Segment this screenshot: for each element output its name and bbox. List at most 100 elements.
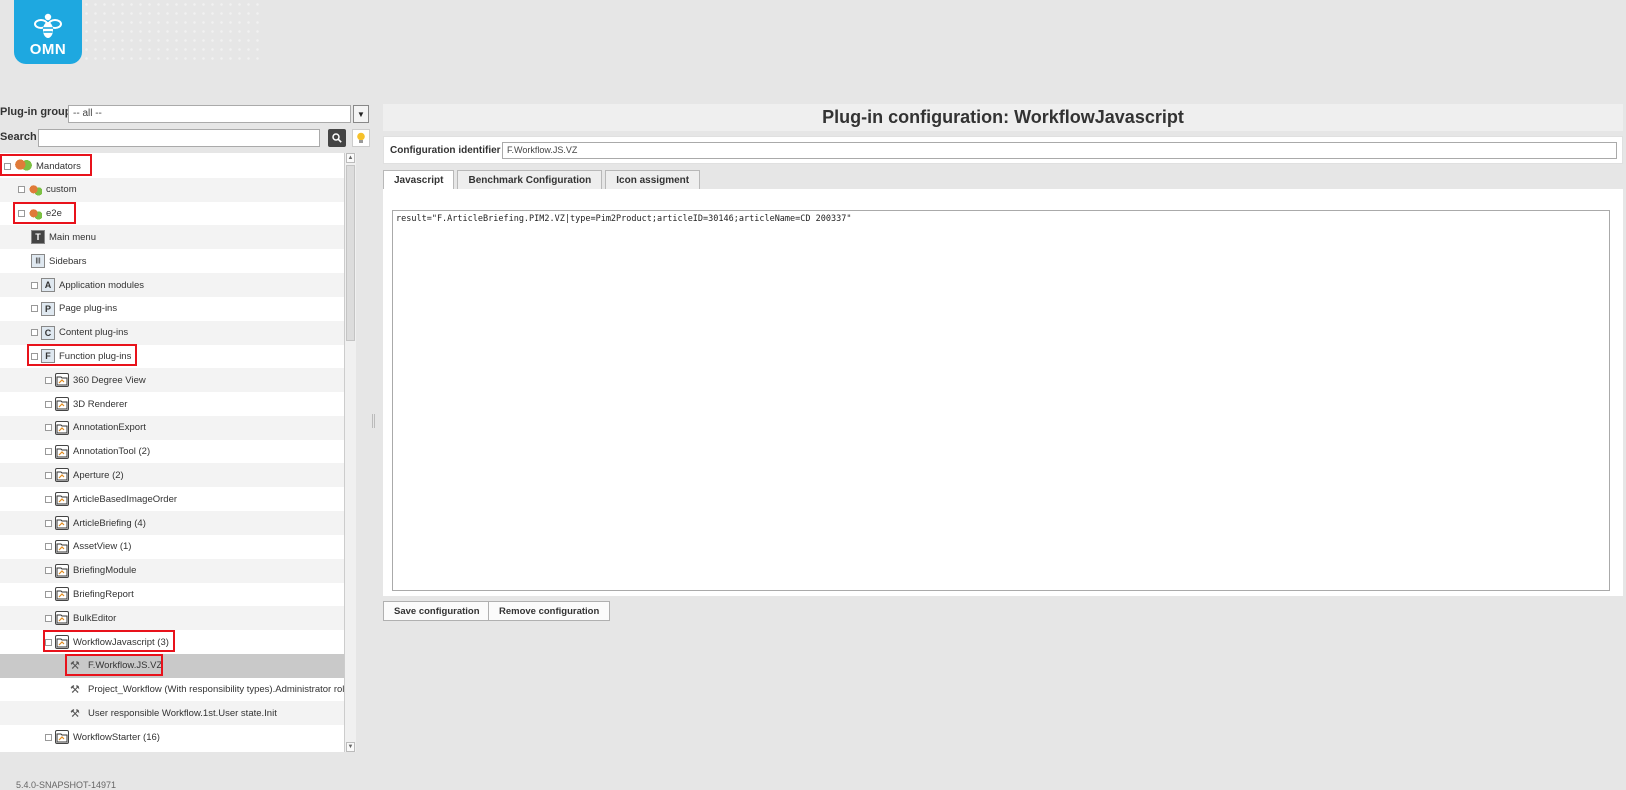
tree-item[interactable]: ⚒ User responsible Workflow.1st.User stat… (0, 701, 356, 726)
tree-item-label: Aperture (2) (73, 469, 124, 481)
plugin-folder-icon (55, 397, 69, 411)
tree-item[interactable]: A Application modules (0, 273, 356, 297)
plugin-folder-icon (55, 539, 69, 554)
tree-item-label: AnnotationExport (73, 422, 146, 434)
config-tabs: Javascript Benchmark Configuration Icon … (383, 170, 703, 190)
javascript-panel: result="F.ArticleBriefing.PIM2.VZ|type=P… (383, 189, 1623, 596)
tree-item[interactable]: ArticleBasedImageOrder (0, 487, 356, 511)
letter-p-icon: P (41, 301, 55, 316)
tree-item[interactable]: ||| Sidebars (0, 249, 356, 273)
highlight-box (13, 201, 76, 224)
scroll-down-icon[interactable]: ▼ (346, 742, 355, 752)
tree-item-label: ArticleBasedImageOrder (73, 493, 178, 505)
tree-item[interactable]: ArticleBriefing (4) (0, 511, 356, 535)
tree-item[interactable]: 3D Renderer (0, 392, 356, 416)
tree-item[interactable]: BulkEditor (0, 606, 356, 631)
javascript-editor[interactable]: result="F.ArticleBriefing.PIM2.VZ|type=P… (392, 210, 1610, 591)
search-label: Search (0, 131, 37, 143)
expand-toggle-icon[interactable] (45, 424, 52, 432)
page-title: Plug-in configuration: WorkflowJavascrip… (383, 104, 1623, 131)
chevron-down-icon[interactable]: ▼ (353, 105, 369, 123)
tree-item[interactable]: T Main menu (0, 225, 356, 250)
highlight-box (65, 653, 163, 676)
plugin-folder-icon (55, 587, 69, 602)
wrench-icon: ⚒ (70, 707, 80, 720)
tab-javascript[interactable]: Javascript (383, 170, 455, 190)
scroll-up-icon[interactable]: ▲ (346, 153, 355, 163)
mandator-icon (28, 182, 42, 197)
tree-item[interactable]: ⚒ F.Workflow.JS.VZ (0, 653, 356, 678)
tree-item-label: AnnotationTool (2) (73, 446, 151, 458)
tree-item[interactable]: AssetView (1) (0, 535, 356, 559)
wrench-icon: ⚒ (70, 684, 80, 697)
tree-item[interactable]: Aperture (2) (0, 463, 356, 488)
tree-item-label: BriefingReport (73, 588, 134, 600)
expand-toggle-icon[interactable] (45, 543, 52, 551)
plugin-folder-icon (55, 563, 69, 578)
omn-logo[interactable]: OMN (14, 0, 82, 64)
expand-toggle-icon[interactable] (45, 733, 52, 741)
expand-toggle-icon[interactable] (45, 376, 52, 384)
plugin-tree[interactable]: WorkflowStarter (16) ⚒ User responsible Wo… (0, 153, 356, 752)
logo-text: OMN (29, 41, 67, 58)
tree-item-label: Project_Workflow (With responsibility ty… (88, 684, 356, 696)
expand-toggle-icon[interactable] (45, 590, 52, 598)
tree-item[interactable]: C Content plug-ins (0, 320, 356, 345)
plugin-folder-icon (55, 468, 69, 483)
highlight-box (0, 154, 92, 176)
tree-item[interactable]: P Page plug-ins (0, 297, 356, 321)
tree-item[interactable]: custom (0, 177, 356, 202)
plugin-folder-icon (55, 730, 69, 745)
plugin-folder-icon (55, 611, 69, 626)
remove-configuration-button[interactable]: Remove configuration (488, 601, 611, 621)
letter-a-icon: A (41, 278, 55, 292)
search-icon[interactable] (328, 129, 346, 147)
expand-toggle-icon[interactable] (45, 400, 52, 408)
tree-item[interactable]: WorkflowStarter (16) (0, 725, 356, 749)
tree-item-label: ArticleBriefing (4) (73, 517, 146, 529)
tab-benchmark-configuration[interactable]: Benchmark Configuration (457, 170, 603, 189)
expand-toggle-icon[interactable] (31, 281, 38, 289)
tab-icon-assigment[interactable]: Icon assigment (605, 170, 701, 189)
plugin-folder-icon (55, 420, 69, 435)
letter-c-icon: C (41, 325, 55, 340)
lightbulb-icon[interactable] (352, 129, 370, 147)
tree-item-label: Application modules (59, 279, 145, 291)
tree-item-label: custom (46, 184, 77, 196)
expand-toggle-icon[interactable] (31, 305, 38, 313)
header-pattern (82, 0, 262, 64)
tree-item-label: AssetView (1) (73, 541, 132, 553)
expand-toggle-icon[interactable] (45, 471, 52, 479)
tree-item[interactable]: AnnotationExport (0, 415, 356, 440)
plugin-group-label: Plug-in group (0, 106, 72, 118)
highlight-box (27, 344, 137, 367)
expand-toggle-icon[interactable] (45, 495, 52, 503)
config-identifier-label: Configuration identifier (390, 145, 501, 156)
tree-item-label: 3D Renderer (73, 398, 128, 410)
tree-item-label: Page plug-ins (59, 303, 118, 315)
expand-toggle-icon[interactable] (45, 567, 52, 575)
plugin-group-select[interactable]: -- all -- (68, 105, 351, 123)
tree-item-label: WorkflowStarter (16) (73, 731, 160, 743)
expand-toggle-icon[interactable] (45, 519, 52, 527)
tree-item-label: 360 Degree View (73, 374, 146, 386)
config-identifier-input[interactable]: F.Workflow.JS.VZ (502, 142, 1617, 159)
tree-item[interactable]: BriefingReport (0, 582, 356, 606)
tree-item[interactable]: ⚒ Project_Workflow (With responsibility t… (0, 678, 356, 702)
tree-item-label: BulkEditor (73, 612, 117, 624)
tree-item-label: User responsible Workflow.1st.User state… (88, 707, 277, 719)
expand-toggle-icon[interactable] (18, 186, 25, 194)
expand-toggle-icon[interactable] (31, 329, 38, 337)
save-configuration-button[interactable]: Save configuration (383, 601, 491, 621)
scrollbar-thumb[interactable] (346, 165, 355, 341)
tree-scrollbar[interactable]: ▲ ▼ (344, 153, 356, 752)
tree-item[interactable]: BriefingModule (0, 558, 356, 583)
expand-toggle-icon[interactable] (45, 614, 52, 622)
expand-toggle-icon[interactable] (45, 448, 52, 456)
plugin-folder-icon (55, 373, 69, 388)
panel-splitter[interactable] (372, 414, 375, 428)
tree-item[interactable]: AnnotationTool (2) (0, 440, 356, 464)
search-input[interactable] (38, 129, 320, 147)
config-identifier-row: Configuration identifier F.Workflow.JS.V… (383, 136, 1623, 164)
tree-item[interactable]: 360 Degree View (0, 368, 356, 393)
